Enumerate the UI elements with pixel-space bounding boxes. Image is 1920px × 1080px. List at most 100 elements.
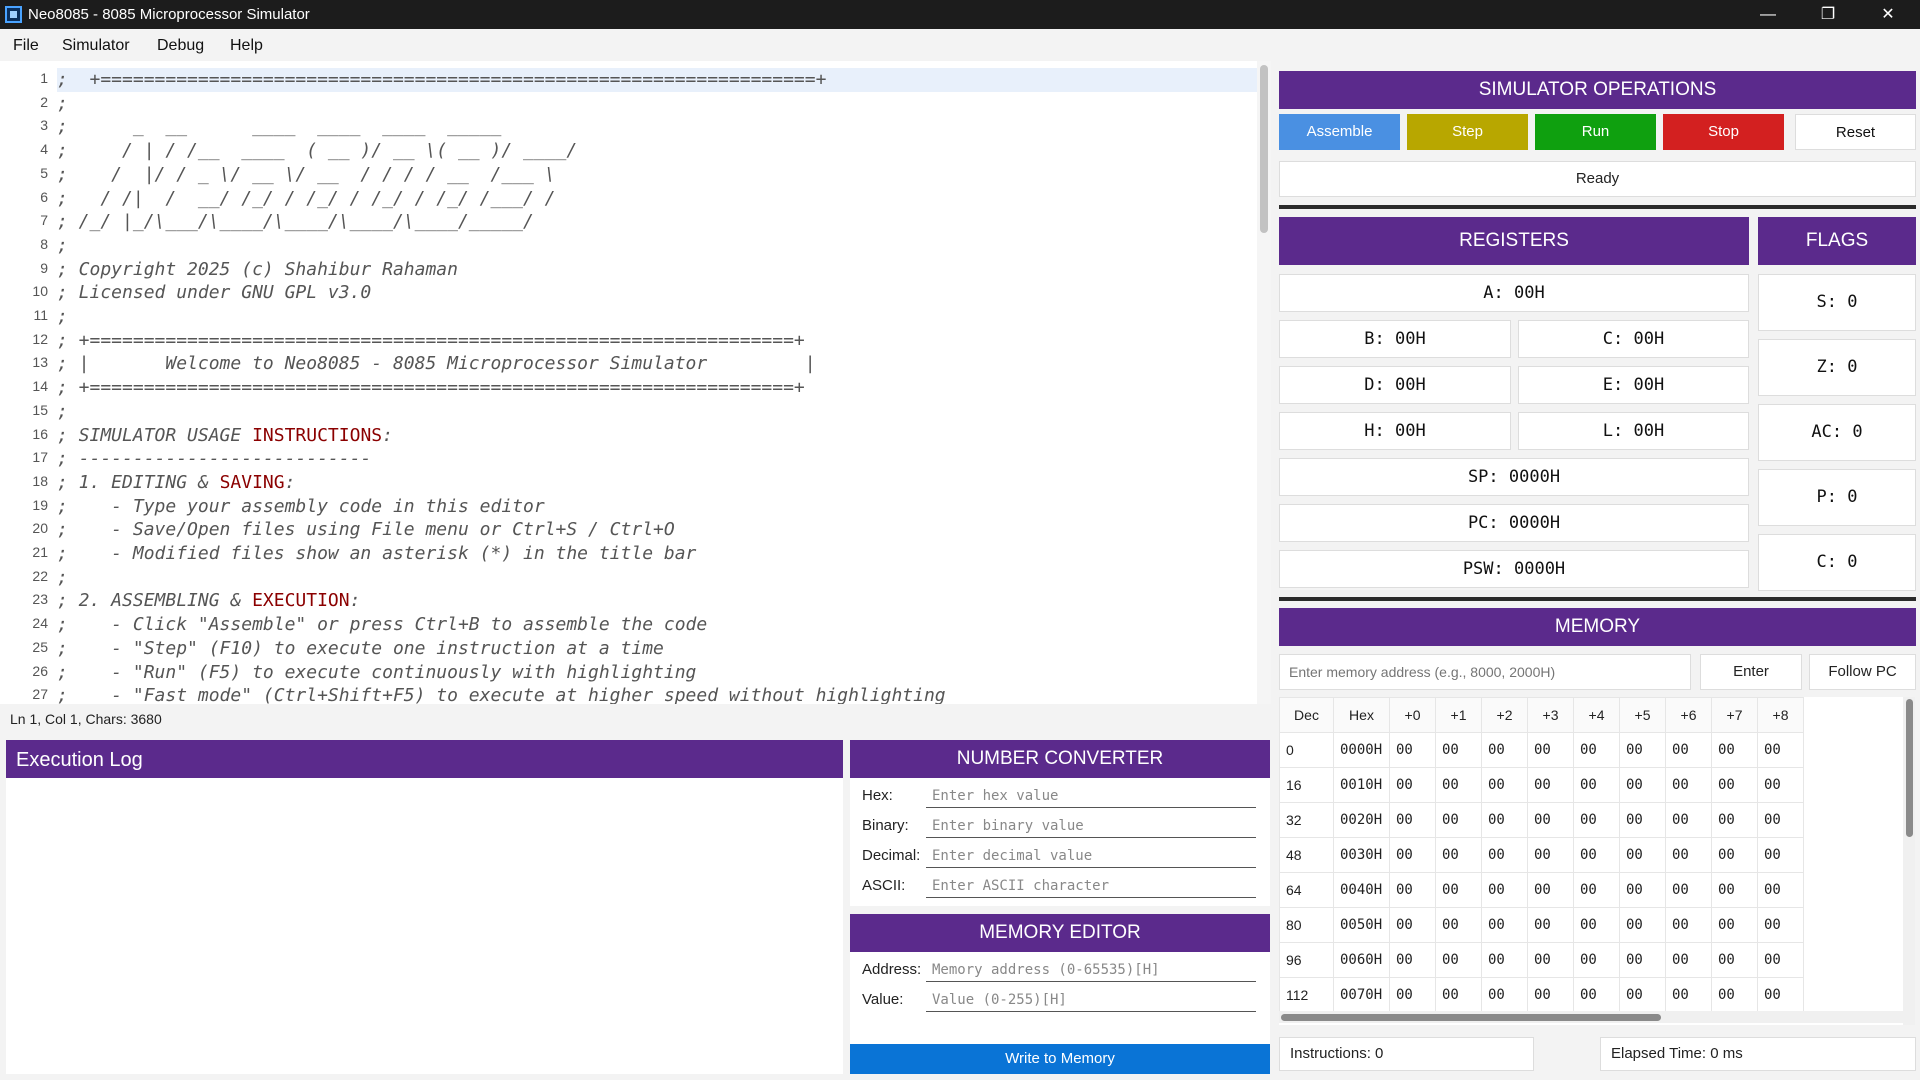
memory-cell[interactable]: 00 bbox=[1619, 837, 1666, 873]
binary-input[interactable] bbox=[926, 814, 1256, 838]
memory-cell[interactable]: 00 bbox=[1573, 767, 1620, 803]
code-line[interactable]: ; / |/ / _ \/ __ \/ __ / / / / __ /___ \ bbox=[57, 163, 556, 187]
code-line[interactable]: ; +=====================================… bbox=[57, 376, 805, 400]
memory-cell[interactable]: 00 bbox=[1711, 767, 1758, 803]
code-line[interactable]: ; 2. ASSEMBLING & EXECUTION: bbox=[57, 589, 360, 613]
editor-scrollbar[interactable] bbox=[1257, 61, 1271, 704]
decimal-input[interactable] bbox=[926, 844, 1256, 868]
close-button[interactable]: ✕ bbox=[1860, 0, 1916, 29]
code-line[interactable]: ; | Welcome to Neo8085 - 8085 Microproce… bbox=[57, 352, 816, 376]
menu-simulator[interactable]: Simulator bbox=[62, 37, 130, 55]
memory-cell[interactable]: 00 bbox=[1757, 802, 1804, 838]
memory-cell[interactable]: 00 bbox=[1757, 872, 1804, 908]
code-line[interactable]: ; bbox=[57, 400, 68, 424]
menu-debug[interactable]: Debug bbox=[157, 37, 204, 55]
memory-cell[interactable]: 00 bbox=[1435, 942, 1482, 978]
memory-cell[interactable]: 00 bbox=[1619, 767, 1666, 803]
memory-cell[interactable]: 00 bbox=[1665, 977, 1712, 1013]
write-to-memory-button[interactable]: Write to Memory bbox=[850, 1044, 1270, 1074]
step-button[interactable]: Step bbox=[1407, 114, 1528, 150]
memory-cell[interactable]: 00 bbox=[1711, 907, 1758, 943]
memory-cell[interactable]: 00 bbox=[1527, 732, 1574, 768]
memory-cell[interactable]: 00 bbox=[1665, 907, 1712, 943]
memory-cell[interactable]: 00 bbox=[1527, 977, 1574, 1013]
code-line[interactable]: ; - "Fast mode" (Ctrl+Shift+F5) to execu… bbox=[57, 684, 946, 704]
code-line[interactable]: ; Licensed under GNU GPL v3.0 bbox=[57, 281, 371, 305]
memory-hscroll-thumb[interactable] bbox=[1281, 1014, 1661, 1021]
memory-cell[interactable]: 00 bbox=[1389, 977, 1436, 1013]
memory-cell[interactable]: 00 bbox=[1527, 907, 1574, 943]
memory-vertical-scrollbar[interactable] bbox=[1903, 697, 1915, 1025]
memory-cell[interactable]: 00 bbox=[1757, 942, 1804, 978]
memory-cell[interactable]: 00 bbox=[1665, 837, 1712, 873]
memory-cell[interactable]: 00 bbox=[1389, 942, 1436, 978]
code-line[interactable]: ; - "Step" (F10) to execute one instruct… bbox=[57, 637, 664, 661]
code-area[interactable]: ; +=====================================… bbox=[57, 61, 1257, 704]
memory-cell[interactable]: 00 bbox=[1435, 837, 1482, 873]
memory-cell[interactable]: 00 bbox=[1711, 872, 1758, 908]
code-line[interactable]: ; --------------------------- bbox=[57, 447, 371, 471]
memory-cell[interactable]: 00 bbox=[1481, 732, 1528, 768]
memory-cell[interactable]: 00 bbox=[1435, 907, 1482, 943]
code-editor[interactable]: 1 2 3 4 5 6 7 8 9 10 11 12 13 14 15 16 17 18 19 20 21 22 23 24 2… bbox=[0, 61, 1271, 704]
follow-pc-button[interactable]: Follow PC bbox=[1809, 654, 1916, 690]
stop-button[interactable]: Stop bbox=[1663, 114, 1784, 150]
memory-cell[interactable]: 00 bbox=[1435, 872, 1482, 908]
memory-cell[interactable]: 00 bbox=[1389, 837, 1436, 873]
code-line[interactable]: ; bbox=[57, 305, 68, 329]
memory-cell[interactable]: 00 bbox=[1619, 872, 1666, 908]
menu-file[interactable]: File bbox=[13, 37, 39, 55]
memory-cell[interactable]: 00 bbox=[1389, 732, 1436, 768]
memory-address-search-input[interactable] bbox=[1279, 654, 1691, 690]
code-line[interactable]: ; /_/ |_/\___/\____/\____/\____/\____/__… bbox=[57, 210, 534, 234]
code-line[interactable]: ; _ __ ____ ____ ____ _____ bbox=[57, 115, 501, 139]
memory-enter-button[interactable]: Enter bbox=[1700, 654, 1802, 690]
memory-cell[interactable]: 00 bbox=[1665, 872, 1712, 908]
memory-cell[interactable]: 00 bbox=[1573, 837, 1620, 873]
memory-cell[interactable]: 00 bbox=[1435, 732, 1482, 768]
memory-cell[interactable]: 00 bbox=[1389, 767, 1436, 803]
code-line[interactable]: ; bbox=[57, 566, 68, 590]
memory-cell[interactable]: 00 bbox=[1757, 977, 1804, 1013]
memory-cell[interactable]: 00 bbox=[1619, 907, 1666, 943]
memory-cell[interactable]: 00 bbox=[1527, 802, 1574, 838]
memory-cell[interactable]: 00 bbox=[1481, 872, 1528, 908]
code-line[interactable]: ; Copyright 2025 (c) Shahibur Rahaman bbox=[57, 258, 458, 282]
memory-cell[interactable]: 00 bbox=[1711, 732, 1758, 768]
menu-help[interactable]: Help bbox=[230, 37, 263, 55]
memory-cell[interactable]: 00 bbox=[1573, 872, 1620, 908]
memory-cell[interactable]: 00 bbox=[1619, 977, 1666, 1013]
memory-cell[interactable]: 00 bbox=[1711, 942, 1758, 978]
memory-cell[interactable]: 00 bbox=[1665, 942, 1712, 978]
code-line[interactable]: ; - Save/Open files using File menu or C… bbox=[57, 518, 675, 542]
code-line[interactable]: ; bbox=[57, 92, 68, 116]
memory-cell[interactable]: 00 bbox=[1757, 837, 1804, 873]
memory-cell[interactable]: 00 bbox=[1665, 802, 1712, 838]
memory-cell[interactable]: 00 bbox=[1757, 907, 1804, 943]
code-line[interactable]: ; SIMULATOR USAGE INSTRUCTIONS: bbox=[57, 424, 393, 448]
memory-value-input[interactable] bbox=[926, 988, 1256, 1012]
assemble-button[interactable]: Assemble bbox=[1279, 114, 1400, 150]
memory-address-input[interactable] bbox=[926, 958, 1256, 982]
memory-cell[interactable]: 00 bbox=[1573, 732, 1620, 768]
memory-vscroll-thumb[interactable] bbox=[1906, 699, 1913, 837]
code-line[interactable]: ; - Type your assembly code in this edit… bbox=[57, 495, 545, 519]
memory-cell[interactable]: 00 bbox=[1757, 732, 1804, 768]
code-line[interactable]: ; - "Run" (F5) to execute continuously w… bbox=[57, 661, 696, 685]
memory-cell[interactable]: 00 bbox=[1573, 907, 1620, 943]
run-button[interactable]: Run bbox=[1535, 114, 1656, 150]
memory-cell[interactable]: 00 bbox=[1481, 977, 1528, 1013]
memory-cell[interactable]: 00 bbox=[1619, 802, 1666, 838]
code-line[interactable]: ; bbox=[57, 234, 68, 258]
memory-cell[interactable]: 00 bbox=[1389, 907, 1436, 943]
memory-cell[interactable]: 00 bbox=[1481, 837, 1528, 873]
memory-horizontal-scrollbar[interactable] bbox=[1279, 1011, 1903, 1023]
hex-input[interactable] bbox=[926, 784, 1256, 808]
memory-cell[interactable]: 00 bbox=[1435, 767, 1482, 803]
memory-cell[interactable]: 00 bbox=[1527, 767, 1574, 803]
memory-cell[interactable]: 00 bbox=[1481, 907, 1528, 943]
reset-button[interactable]: Reset bbox=[1795, 114, 1916, 150]
memory-cell[interactable]: 00 bbox=[1435, 977, 1482, 1013]
memory-cell[interactable]: 00 bbox=[1711, 802, 1758, 838]
memory-cell[interactable]: 00 bbox=[1389, 802, 1436, 838]
